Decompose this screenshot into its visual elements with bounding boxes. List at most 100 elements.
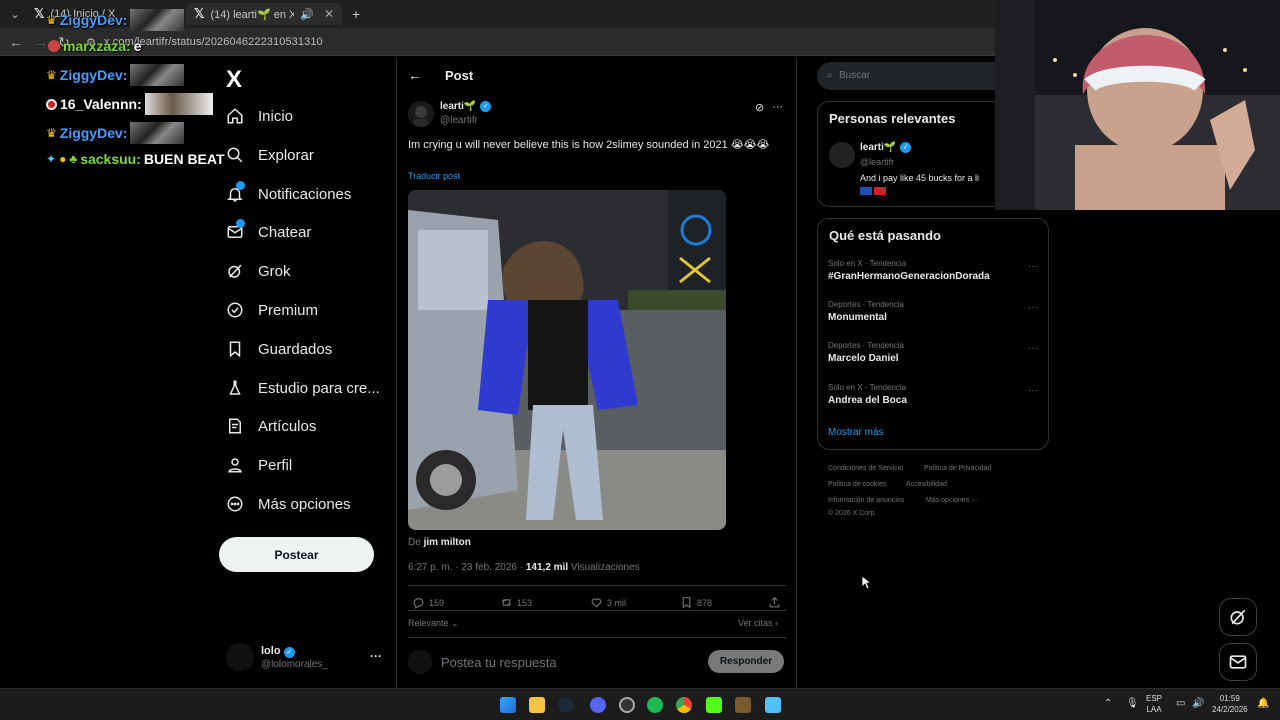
more-dots-icon[interactable]: ··· — [1028, 302, 1038, 313]
more-dots-icon[interactable]: ··· — [370, 649, 382, 663]
media-credit: De jim milton — [408, 537, 471, 548]
more-dots-icon[interactable]: ··· — [1028, 261, 1038, 272]
tab-menu-button[interactable]: ⌄ — [4, 3, 26, 25]
trend-category: Deportes · Tendencia — [828, 341, 904, 350]
back-arrow-icon[interactable]: ← — [9, 34, 23, 50]
chrome-icon[interactable] — [676, 697, 692, 713]
chevron-right-icon: › — [772, 618, 779, 628]
nav-item-label: Más opciones — [258, 495, 351, 513]
footer-accessibility-link[interactable]: Accesibilidad — [906, 481, 947, 488]
reply-input[interactable]: Postea tu respuesta — [441, 655, 557, 670]
bookmark-action[interactable]: 878 — [680, 596, 712, 609]
minecraft-icon[interactable] — [735, 697, 751, 713]
trend-item[interactable]: Deportes · Tendencia Marcelo Daniel ··· — [828, 341, 1038, 364]
more-dots-icon[interactable]: ··· — [1028, 385, 1038, 396]
search-icon: ⌕ — [827, 70, 833, 81]
tray-chevron-icon[interactable]: ⌃ — [1104, 698, 1112, 709]
obs-icon[interactable] — [619, 697, 635, 713]
microphone-icon[interactable]: 🎙 — [1126, 698, 1139, 709]
post-image[interactable] — [408, 190, 726, 530]
divider — [408, 585, 786, 586]
stream-chat-message: ✦ ● ♣ sacksuu: BUEN BEAT — [46, 151, 225, 167]
chat-badge — [236, 219, 245, 228]
sort-dropdown[interactable]: Relevante ⌄ — [408, 618, 459, 629]
media-credit-name[interactable]: jim milton — [424, 537, 471, 548]
relevant-user-handle[interactable]: @leartifr — [860, 157, 894, 167]
speaker-icon[interactable]: 🔊 — [300, 8, 314, 21]
nav-item-label: Premium — [258, 301, 319, 319]
avatar[interactable] — [829, 142, 855, 168]
trend-category: Solo en X · Tendencia — [828, 259, 907, 268]
footer-ads-link[interactable]: Información de anuncios — [828, 497, 904, 504]
nav-item-inicio[interactable]: Inicio — [226, 104, 293, 128]
language-indicator[interactable]: ESP LAA — [1146, 693, 1162, 715]
verified-badge-icon: ✓ — [480, 101, 492, 112]
windows-start-icon[interactable] — [500, 697, 516, 713]
trend-item[interactable]: Solo en X · Tendencia Andrea del Boca ··… — [828, 383, 1038, 406]
mouse-cursor-icon — [862, 576, 872, 590]
nav-item-premium[interactable]: Premium — [226, 298, 318, 322]
x-logo[interactable]: X — [226, 66, 242, 94]
relevant-user-name[interactable]: learti🌱 ✓ — [860, 142, 912, 153]
account-name: lolo ✓ — [261, 645, 295, 658]
spotify-icon[interactable] — [647, 697, 663, 713]
post-button[interactable]: Postear — [219, 537, 374, 572]
forward-arrow-icon[interactable]: → — [34, 34, 48, 50]
nav-item-chatear[interactable]: Chatear — [226, 219, 311, 244]
nav-item-estudio[interactable]: Estudio para cre... — [226, 376, 380, 400]
nav-item-mas-opciones[interactable]: Más opciones — [226, 492, 351, 516]
stream-chat-message: ♛ ZiggyDev: — [46, 9, 185, 31]
trend-item[interactable]: Deportes · Tendencia Monumental ··· — [828, 300, 1038, 323]
more-dots-icon[interactable]: ··· — [772, 101, 783, 114]
trend-item[interactable]: Solo en X · Tendencia #GranHermanoGenera… — [828, 259, 1038, 282]
nav-item-explorar[interactable]: Explorar — [226, 143, 314, 167]
notepad-icon[interactable] — [765, 697, 781, 713]
grok-icon[interactable]: ⊘ — [755, 101, 764, 114]
reply-action[interactable]: 159 — [412, 596, 444, 609]
author-avatar[interactable] — [408, 101, 434, 127]
chat-emote — [130, 122, 185, 144]
close-tab-icon[interactable]: ✕ — [324, 7, 334, 21]
account-switcher[interactable]: lolo ✓ @lolomorales_ ··· — [226, 643, 386, 675]
nav-item-notificaciones[interactable]: Notificaciones — [226, 181, 351, 206]
browser-tab-post[interactable]: 𝕏 (14) learti🌱 en X: "Im cryin 🔊 ✕ — [186, 3, 342, 25]
nav-item-perfil[interactable]: Perfil — [226, 453, 292, 477]
file-explorer-icon[interactable] — [529, 697, 545, 713]
footer-cookies-link[interactable]: Política de cookies — [828, 481, 886, 488]
like-action[interactable]: 3 mil — [590, 596, 626, 609]
badge-icon — [46, 98, 57, 110]
volume-icon[interactable]: 🔊 — [1192, 698, 1204, 709]
kick-icon[interactable] — [706, 697, 722, 713]
nav-item-articulos[interactable]: Artículos — [226, 414, 316, 438]
author-handle[interactable]: @leartifr — [440, 115, 478, 126]
flag-emojis — [860, 187, 886, 195]
notification-bell-icon[interactable]: 🔔 — [1257, 698, 1269, 709]
crown-icon: ♛ — [46, 68, 57, 82]
notification-badge — [236, 181, 245, 190]
messages-fab[interactable] — [1219, 643, 1257, 681]
repost-action[interactable]: 153 — [500, 596, 532, 609]
panel-title: Personas relevantes — [829, 111, 956, 126]
back-arrow-icon[interactable]: ← — [408, 67, 422, 83]
steam-icon[interactable] — [558, 697, 574, 713]
more-dots-icon[interactable]: ··· — [1028, 343, 1038, 354]
show-more-link[interactable]: Mostrar más — [828, 427, 884, 438]
footer-terms-link[interactable]: Condiciones de Servicio — [828, 465, 903, 472]
discord-icon[interactable] — [590, 697, 606, 713]
footer-privacy-link[interactable]: Política de Privacidad — [924, 465, 991, 472]
reply-button[interactable]: Responder — [708, 650, 784, 673]
quotes-link[interactable]: Ver citas › — [738, 618, 778, 628]
home-icon — [226, 107, 244, 125]
search-icon — [226, 146, 244, 164]
translate-link[interactable]: Traducir post — [408, 171, 460, 181]
author-name[interactable]: learti🌱 ✓ — [440, 101, 492, 112]
nav-item-grok[interactable]: Grok — [226, 259, 291, 283]
nav-item-guardados[interactable]: Guardados — [226, 337, 332, 361]
share-action[interactable] — [768, 596, 781, 609]
trend-category: Deportes · Tendencia — [828, 300, 904, 309]
network-icon[interactable]: ▭ — [1176, 698, 1185, 709]
grok-fab[interactable] — [1219, 598, 1257, 636]
footer-more-link[interactable]: Más opciones ··· — [926, 497, 978, 504]
clock[interactable]: 01:59 24/2/2026 — [1212, 693, 1248, 715]
new-tab-button[interactable]: + — [344, 3, 368, 25]
